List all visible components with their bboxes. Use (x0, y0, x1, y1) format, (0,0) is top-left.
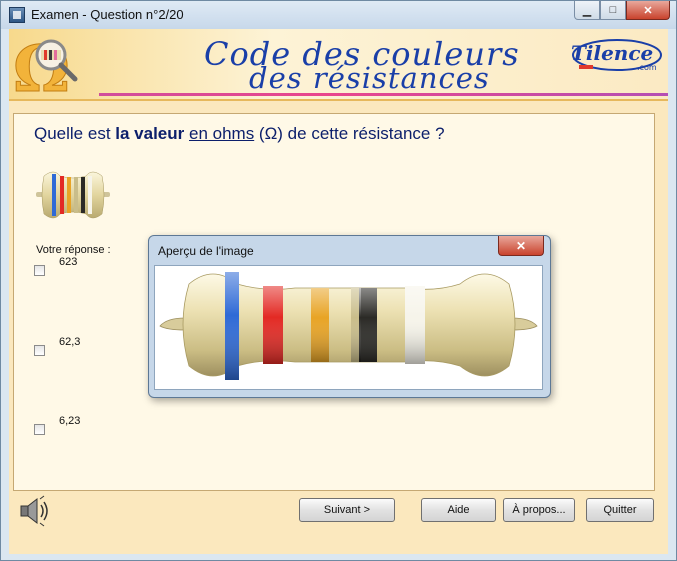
quit-button[interactable]: Quitter (586, 498, 654, 522)
color-band-shade-2 (263, 286, 283, 364)
next-button[interactable]: Suivant > (299, 498, 395, 522)
question-part1: Quelle est (34, 124, 116, 143)
banner-stripe (99, 93, 668, 96)
speaker-icon[interactable] (17, 495, 51, 527)
svg-text:.com: .com (637, 63, 657, 72)
banner-title-line2: des résistances (249, 61, 490, 95)
title-bar[interactable]: Examen - Question n°2/20 ▁ □ ✕ (1, 1, 676, 29)
color-band-shade-3 (311, 288, 329, 362)
app-window: Examen - Question n°2/20 ▁ □ ✕ Ω Code de… (0, 0, 677, 561)
answer-option-label-2: 62,3 (59, 336, 81, 348)
color-band-shade-1 (225, 272, 239, 380)
resistor-thumbnail[interactable] (36, 164, 110, 226)
banner: Ω Code des couleurs des résistances Tile… (9, 29, 668, 101)
about-button[interactable]: À propos... (503, 498, 575, 522)
answer-option-3[interactable]: 6,23 (34, 415, 80, 435)
answer-checkbox-2[interactable] (34, 344, 45, 356)
window-controls: ▁ □ ✕ (574, 1, 670, 20)
question-part3: (Ω) de cette résistance ? (254, 124, 445, 143)
preview-image-area (154, 265, 543, 390)
svg-text:Tilence: Tilence (571, 41, 653, 65)
answer-label: Votre réponse : (36, 244, 111, 256)
tilence-logo: Tilence .com (571, 39, 662, 72)
app-icon (9, 7, 25, 23)
answer-option-label-3: 6,23 (59, 415, 81, 427)
close-button[interactable]: ✕ (626, 1, 670, 20)
answer-checkbox-3[interactable] (34, 423, 45, 435)
question-bold: la valeur (115, 124, 185, 143)
color-band-shade-6 (405, 286, 425, 364)
omega-magnifier-icon: Ω (13, 33, 78, 97)
image-preview-dialog: Aperçu de l'image ✕ (148, 235, 551, 398)
minimize-button[interactable]: ▁ (574, 1, 600, 20)
answer-checkbox-1[interactable] (34, 264, 45, 276)
color-band-shade-5 (359, 288, 377, 362)
maximize-button[interactable]: □ (600, 1, 626, 20)
question-underlined: en ohms (189, 124, 255, 143)
help-button[interactable]: Aide (421, 498, 496, 522)
answer-option-label-1: 623 (59, 256, 78, 268)
banner-divider (9, 99, 668, 101)
preview-title: Aperçu de l'image (158, 244, 254, 258)
answer-option-1[interactable]: 623 (34, 256, 77, 276)
resistor-large-image (159, 272, 538, 380)
window-title: Examen - Question n°2/20 (31, 7, 184, 22)
answer-option-2[interactable]: 62,3 (34, 336, 80, 356)
preview-close-button[interactable]: ✕ (498, 236, 544, 256)
question-text: Quelle est la valeur en ohms (Ω) de cett… (34, 124, 445, 144)
